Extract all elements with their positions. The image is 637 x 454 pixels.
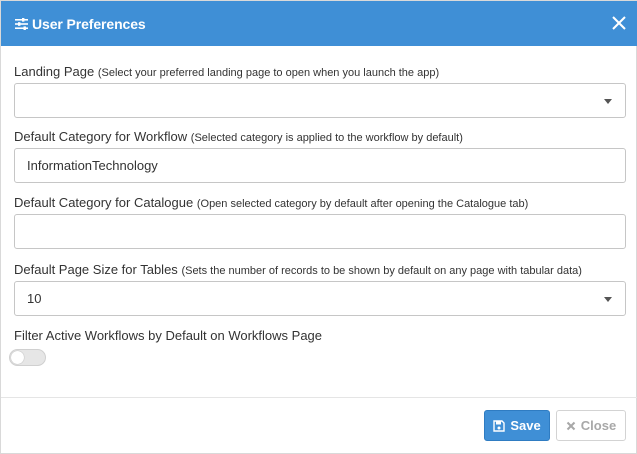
dialog-header: User Preferences	[1, 1, 637, 46]
workflow-category-label: Default Category for Workflow (Selected …	[14, 128, 626, 146]
landing-page-select[interactable]	[14, 83, 626, 118]
footer-divider	[1, 397, 637, 398]
chevron-down-icon	[604, 99, 612, 104]
page-size-value: 10	[27, 291, 42, 306]
landing-page-group: Landing Page (Select your preferred land…	[14, 63, 626, 118]
toggle-knob	[11, 351, 24, 364]
catalogue-category-hint: (Open selected category by default after…	[196, 198, 529, 210]
close-icon[interactable]	[609, 13, 629, 33]
user-preferences-dialog: User Preferences Landing Page (Select yo…	[0, 0, 637, 454]
workflow-category-hint: (Selected category is applied to the wor…	[190, 132, 463, 144]
workflow-category-value: InformationTechnology	[27, 158, 158, 173]
landing-page-label: Landing Page (Select your preferred land…	[14, 63, 626, 81]
save-button[interactable]: Save	[484, 410, 550, 441]
filter-active-label: Filter Active Workflows by Default on Wo…	[14, 328, 323, 343]
times-icon	[566, 421, 576, 430]
page-size-select[interactable]: 10	[14, 281, 626, 316]
close-button[interactable]: Close	[556, 410, 626, 441]
filter-active-group: Filter Active Workflows by Default on Wo…	[14, 327, 322, 345]
page-size-group: Default Page Size for Tables (Sets the n…	[14, 261, 626, 316]
page-size-label: Default Page Size for Tables (Sets the n…	[14, 261, 626, 279]
sliders-icon	[15, 17, 28, 30]
catalogue-category-group: Default Category for Catalogue (Open sel…	[14, 194, 626, 249]
catalogue-category-label: Default Category for Catalogue (Open sel…	[14, 194, 626, 212]
landing-page-label-text: Landing Page	[14, 64, 95, 79]
workflow-category-group: Default Category for Workflow (Selected …	[14, 128, 626, 183]
landing-page-hint: (Select your preferred landing page to o…	[97, 67, 440, 79]
floppy-disk-icon	[493, 419, 506, 432]
page-size-label-text: Default Page Size for Tables	[14, 262, 178, 277]
chevron-down-icon	[604, 297, 612, 302]
catalogue-category-label-text: Default Category for Catalogue	[14, 195, 194, 210]
close-button-label: Close	[580, 418, 617, 433]
page-size-hint: (Sets the number of records to be shown …	[181, 265, 582, 277]
workflow-category-label-text: Default Category for Workflow	[14, 129, 188, 144]
catalogue-category-input[interactable]	[14, 214, 626, 249]
save-button-label: Save	[510, 418, 541, 433]
workflow-category-input[interactable]: InformationTechnology	[14, 148, 626, 183]
filter-active-toggle[interactable]	[9, 349, 46, 366]
dialog-title: User Preferences	[32, 15, 146, 32]
